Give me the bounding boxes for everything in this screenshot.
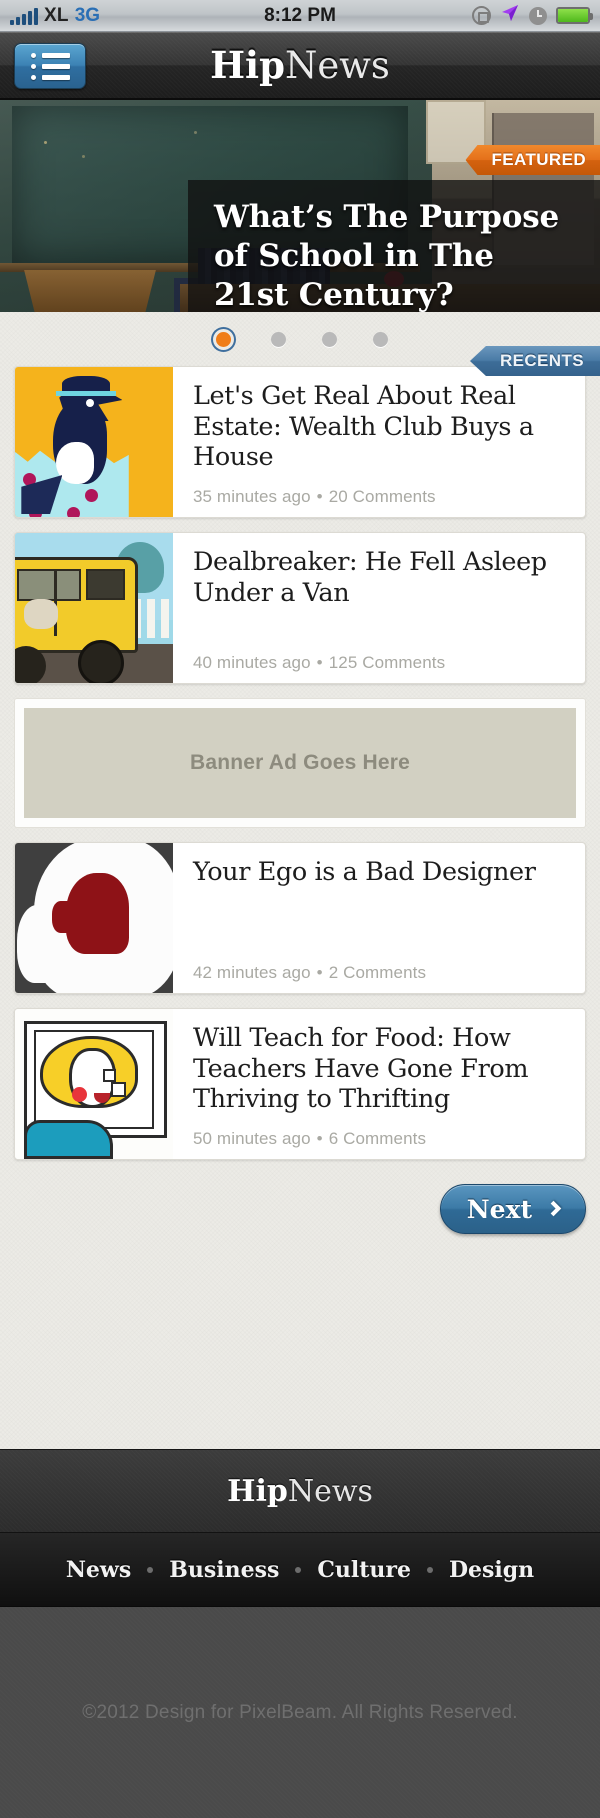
footer-link-culture[interactable]: Culture [301,1557,427,1583]
next-page-button[interactable]: Next [439,1184,586,1234]
rotation-lock-icon [472,6,491,25]
recents-ribbon: RECENTS [469,346,600,376]
menu-button[interactable] [14,43,86,89]
carousel-dot-1[interactable] [216,331,231,347]
status-bar-right [472,3,593,28]
article-timestamp: 40 minutes ago [193,653,311,672]
recents-list-continued: Your Ego is a Bad Designer 42 minutes ag… [0,842,600,1160]
status-bar: XL 3G 8:12 PM [0,0,600,32]
article-thumbnail [15,367,173,517]
scroll-content[interactable]: FEATURED What’s The Purpose of School in… [0,100,600,1449]
footer-brand-bold: Hip [227,1473,288,1509]
featured-article-card[interactable]: FEATURED What’s The Purpose of School in… [0,100,600,312]
head-silhouette-illustration [15,843,173,993]
article-body: Dealbreaker: He Fell Asleep Under a Van … [173,533,585,683]
article-thumbnail [15,843,173,993]
article-meta: 42 minutes ago • 2 Comments [193,949,567,983]
page-title: HipNews [210,43,390,87]
article-body: Will Teach for Food: How Teachers Have G… [173,1009,585,1159]
brand-light: News [284,43,390,87]
teacher-cartoon-illustration [15,1009,173,1159]
featured-badge: FEATURED [465,145,600,175]
carrier-label: XL [44,5,69,26]
article-meta: 40 minutes ago • 125 Comments [193,639,567,673]
alarm-clock-icon [529,6,547,25]
article-body: Let's Get Real About Real Estate: Wealth… [173,367,585,517]
article-thumbnail [15,1009,173,1159]
article-card[interactable]: Will Teach for Food: How Teachers Have G… [14,1008,586,1160]
signal-bars-icon [10,8,38,25]
battery-icon [556,7,593,24]
article-title: Dealbreaker: He Fell Asleep Under a Van [193,547,547,608]
carousel-dot-2[interactable] [271,331,286,347]
meta-separator: • [316,963,323,982]
article-timestamp: 35 minutes ago [193,487,311,506]
footer-brand: Hip News [0,1449,600,1533]
meta-separator: • [316,487,323,506]
article-card[interactable]: Let's Get Real About Real Estate: Wealth… [14,366,586,518]
chevron-right-icon [545,1200,562,1216]
article-comment-count: 2 Comments [328,963,427,982]
article-comment-count: 6 Comments [328,1129,427,1148]
app-header: HipNews [0,32,600,100]
article-card[interactable]: Your Ego is a Bad Designer 42 minutes ag… [14,842,586,994]
meta-separator: • [316,653,323,672]
banner-ad-placeholder[interactable]: Banner Ad Goes Here [24,708,576,818]
article-meta: 35 minutes ago • 20 Comments [193,473,567,507]
banner-ad-container[interactable]: Banner Ad Goes Here [14,698,586,828]
recents-list: RECENTS Let's Get Real About Real Estate… [0,346,600,684]
location-arrow-icon [500,3,520,28]
status-bar-left: XL 3G [10,6,100,25]
yellow-van-illustration [15,533,173,683]
bird-in-egg-illustration [15,367,173,517]
article-card[interactable]: Dealbreaker: He Fell Asleep Under a Van … [14,532,586,684]
next-button-label: Next [466,1194,532,1224]
footer-brand-light: News [287,1473,373,1509]
article-meta: 50 minutes ago • 6 Comments [193,1115,567,1149]
footer-link-business[interactable]: Business [153,1557,295,1583]
footer-navigation: News Business Culture Design [0,1533,600,1607]
footer-link-design[interactable]: Design [433,1557,550,1583]
article-comment-count: 20 Comments [328,487,436,506]
featured-caption: What’s The Purpose of School in The 21st… [188,180,600,312]
article-title: Let's Get Real About Real Estate: Wealth… [193,381,534,473]
article-timestamp: 50 minutes ago [193,1129,311,1148]
article-title: Will Teach for Food: How Teachers Have G… [193,1023,529,1115]
footer-link-news[interactable]: News [50,1557,147,1583]
article-title: Your Ego is a Bad Designer [193,857,536,887]
phone-screen: XL 3G 8:12 PM HipNews FEATURED What’s Th… [0,0,600,1818]
article-timestamp: 42 minutes ago [193,963,311,982]
brand-bold: Hip [210,42,285,87]
network-type-label: 3G [74,5,101,26]
meta-separator: • [316,1129,323,1148]
featured-article-title: What’s The Purpose of School in The 21st… [214,199,560,312]
carousel-dot-3[interactable] [322,331,337,347]
pagination-row: Next [0,1174,600,1260]
list-menu-icon [30,52,70,80]
copyright-text: ©2012 Design for PixelBeam. All Rights R… [0,1607,600,1818]
article-comment-count: 125 Comments [328,653,446,672]
article-thumbnail [15,533,173,683]
carousel-dot-4[interactable] [373,331,388,347]
article-body: Your Ego is a Bad Designer 42 minutes ag… [173,843,585,993]
